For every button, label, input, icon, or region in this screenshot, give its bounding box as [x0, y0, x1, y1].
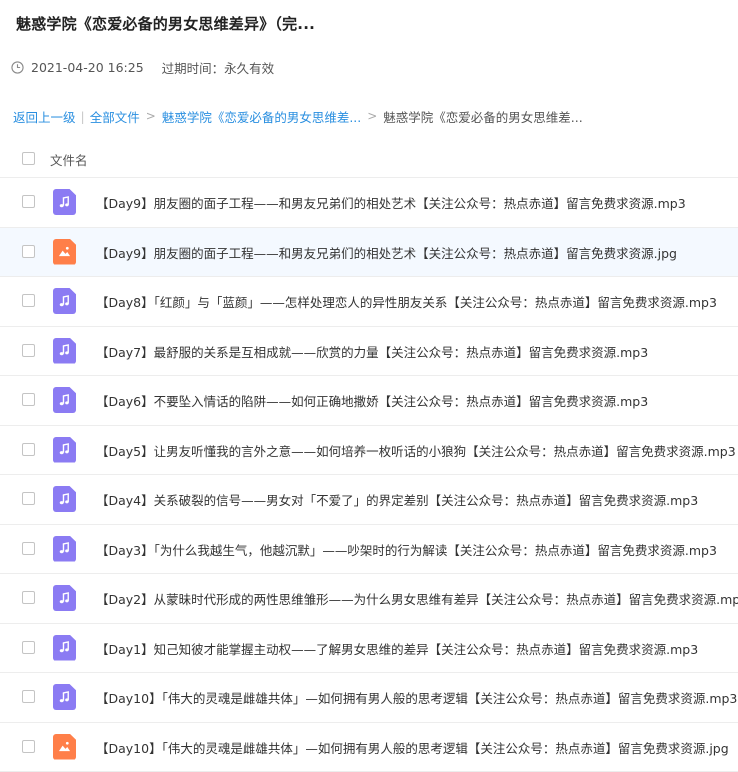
clock-icon	[11, 61, 24, 74]
file-name[interactable]: 【Day10】「伟大的灵魂是雌雄共体」—如何拥有男人般的思考逻辑【关注公众号：热…	[96, 688, 737, 707]
audio-file-icon	[53, 288, 76, 314]
audio-file-icon	[53, 486, 76, 512]
expire-time: 过期时间：永久有效	[162, 58, 275, 77]
file-row[interactable]: 【Day7】最舒服的关系是互相成就——欣赏的力量【关注公众号：热点赤道】留言免费…	[0, 327, 738, 377]
file-checkbox[interactable]	[22, 740, 35, 753]
file-name[interactable]: 【Day1】知己知彼才能掌握主动权——了解男女思维的差异【关注公众号：热点赤道】…	[96, 639, 698, 658]
file-name[interactable]: 【Day8】「红颜」与「蓝颜」——怎样处理恋人的异性朋友关系【关注公众号：热点赤…	[96, 292, 717, 311]
chevron-right-icon: >	[146, 109, 156, 123]
audio-file-icon	[53, 189, 76, 215]
file-checkbox[interactable]	[22, 690, 35, 703]
file-row[interactable]: 【Day9】朋友圈的面子工程——和男友兄弟们的相处艺术【关注公众号：热点赤道】留…	[0, 228, 738, 278]
file-row[interactable]: 【Day3】「为什么我越生气，他越沉默」——吵架时的行为解读【关注公众号：热点赤…	[0, 525, 738, 575]
share-date: 2021-04-20 16:25	[31, 60, 144, 75]
file-row[interactable]: 【Day10】「伟大的灵魂是雌雄共体」—如何拥有男人般的思考逻辑【关注公众号：热…	[0, 723, 738, 772]
file-checkbox[interactable]	[22, 443, 35, 456]
breadcrumb-current: 魅惑学院《恋爱必备的男女思维差...	[383, 107, 582, 126]
breadcrumb-divider: |	[81, 109, 85, 124]
audio-file-icon	[53, 585, 76, 611]
file-checkbox[interactable]	[22, 195, 35, 208]
file-row[interactable]: 【Day5】让男友听懂我的言外之意——如何培养一枚听话的小狼狗【关注公众号：热点…	[0, 426, 738, 476]
file-name[interactable]: 【Day5】让男友听懂我的言外之意——如何培养一枚听话的小狼狗【关注公众号：热点…	[96, 441, 736, 460]
file-name[interactable]: 【Day7】最舒服的关系是互相成就——欣赏的力量【关注公众号：热点赤道】留言免费…	[96, 342, 648, 361]
file-name[interactable]: 【Day10】「伟大的灵魂是雌雄共体」—如何拥有男人般的思考逻辑【关注公众号：热…	[96, 738, 729, 757]
breadcrumb: 返回上一级 | 全部文件 > 魅惑学院《恋爱必备的男女思维差... > 魅惑学院…	[13, 107, 583, 125]
share-title: 魅惑学院《恋爱必备的男女思维差异》（完...	[16, 13, 726, 34]
all-files-link[interactable]: 全部文件	[90, 107, 140, 126]
file-checkbox[interactable]	[22, 245, 35, 258]
file-checkbox[interactable]	[22, 294, 35, 307]
file-checkbox[interactable]	[22, 641, 35, 654]
audio-file-icon	[53, 338, 76, 364]
file-checkbox[interactable]	[22, 344, 35, 357]
back-link[interactable]: 返回上一级	[13, 107, 76, 126]
file-name[interactable]: 【Day2】从蒙昧时代形成的两性思维雏形——为什么男女思维有差异【关注公众号：热…	[96, 589, 738, 608]
audio-file-icon	[53, 635, 76, 661]
audio-file-icon	[53, 437, 76, 463]
breadcrumb-folder-link[interactable]: 魅惑学院《恋爱必备的男女思维差...	[162, 107, 361, 126]
audio-file-icon	[53, 536, 76, 562]
file-checkbox[interactable]	[22, 393, 35, 406]
file-list: 【Day9】朋友圈的面子工程——和男友兄弟们的相处艺术【关注公众号：热点赤道】留…	[0, 178, 738, 772]
image-file-icon	[53, 239, 76, 265]
file-name[interactable]: 【Day9】朋友圈的面子工程——和男友兄弟们的相处艺术【关注公众号：热点赤道】留…	[96, 243, 677, 262]
chevron-right-icon: >	[367, 109, 377, 123]
file-checkbox[interactable]	[22, 492, 35, 505]
file-row[interactable]: 【Day8】「红颜」与「蓝颜」——怎样处理恋人的异性朋友关系【关注公众号：热点赤…	[0, 277, 738, 327]
file-name[interactable]: 【Day9】朋友圈的面子工程——和男友兄弟们的相处艺术【关注公众号：热点赤道】留…	[96, 193, 686, 212]
file-checkbox[interactable]	[22, 542, 35, 555]
file-name[interactable]: 【Day3】「为什么我越生气，他越沉默」——吵架时的行为解读【关注公众号：热点赤…	[96, 540, 717, 559]
file-row[interactable]: 【Day1】知己知彼才能掌握主动权——了解男女思维的差异【关注公众号：热点赤道】…	[0, 624, 738, 674]
image-file-icon	[53, 734, 76, 760]
file-row[interactable]: 【Day10】「伟大的灵魂是雌雄共体」—如何拥有男人般的思考逻辑【关注公众号：热…	[0, 673, 738, 723]
file-list-header: 文件名	[0, 142, 738, 178]
select-all-checkbox[interactable]	[22, 152, 35, 165]
file-row[interactable]: 【Day6】不要坠入情话的陷阱——如何正确地撒娇【关注公众号：热点赤道】留言免费…	[0, 376, 738, 426]
share-meta: 2021-04-20 16:25 过期时间：永久有效	[11, 58, 274, 76]
column-file-name: 文件名	[50, 150, 88, 169]
file-name[interactable]: 【Day4】关系破裂的信号——男女对「不爱了」的界定差别【关注公众号：热点赤道】…	[96, 490, 698, 509]
file-row[interactable]: 【Day4】关系破裂的信号——男女对「不爱了」的界定差别【关注公众号：热点赤道】…	[0, 475, 738, 525]
file-checkbox[interactable]	[22, 591, 35, 604]
audio-file-icon	[53, 684, 76, 710]
file-row[interactable]: 【Day2】从蒙昧时代形成的两性思维雏形——为什么男女思维有差异【关注公众号：热…	[0, 574, 738, 624]
file-row[interactable]: 【Day9】朋友圈的面子工程——和男友兄弟们的相处艺术【关注公众号：热点赤道】留…	[0, 178, 738, 228]
file-name[interactable]: 【Day6】不要坠入情话的陷阱——如何正确地撒娇【关注公众号：热点赤道】留言免费…	[96, 391, 648, 410]
audio-file-icon	[53, 387, 76, 413]
